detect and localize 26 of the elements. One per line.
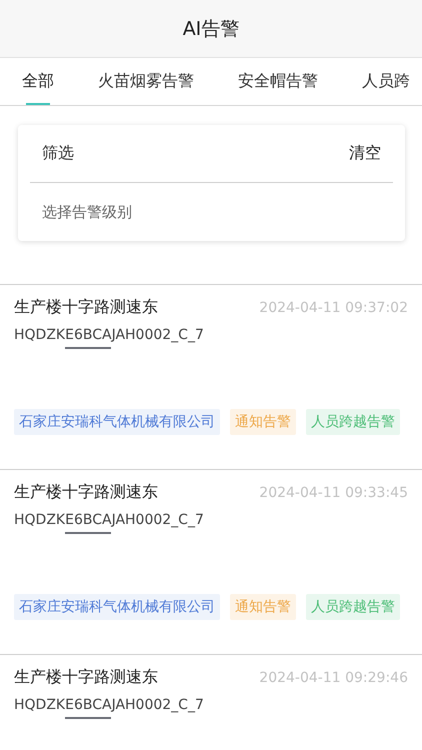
alert-type-tag: 人员跨越告警 bbox=[306, 594, 400, 620]
alert-location: 生产楼十字路测速东 bbox=[14, 667, 158, 688]
company-tag: 石家庄安瑞科气体机械有限公司 bbox=[14, 594, 220, 620]
alert-location: 生产楼十字路测速东 bbox=[14, 297, 158, 318]
alert-type-tag: 人员跨越告警 bbox=[306, 409, 400, 435]
company-tag: 石家庄安瑞科气体机械有限公司 bbox=[14, 409, 220, 435]
page-title: AI告警 bbox=[182, 16, 240, 42]
device-id: HQDZKE6BCAJAH0002_C_7 bbox=[14, 327, 204, 343]
clear-button[interactable]: 清空 bbox=[349, 143, 381, 164]
device-id: HQDZKE6BCAJAH0002_C_7 bbox=[14, 512, 204, 528]
alert-time: 2024-04-11 09:37:02 bbox=[259, 300, 408, 316]
alert-level-tag: 通知告警 bbox=[230, 409, 296, 435]
image-edge bbox=[65, 717, 111, 719]
tab[interactable]: 火苗烟雾告警 bbox=[98, 58, 194, 105]
alert-time: 2024-04-11 09:29:46 bbox=[259, 670, 408, 686]
alert-level-tag: 通知告警 bbox=[230, 594, 296, 620]
alert-time: 2024-04-11 09:33:45 bbox=[259, 484, 408, 500]
alert-level-field[interactable]: 选择告警级别 bbox=[30, 183, 393, 241]
filter-label: 筛选 bbox=[42, 143, 74, 164]
tab[interactable]: 全部 bbox=[22, 58, 54, 105]
device-id: HQDZKE6BCAJAH0002_C_7 bbox=[14, 697, 204, 713]
alert-location: 生产楼十字路测速东 bbox=[14, 482, 158, 503]
image-edge bbox=[65, 532, 111, 534]
tab[interactable]: 安全帽告警 bbox=[238, 58, 318, 105]
tab[interactable]: 人员跨 bbox=[362, 58, 410, 105]
image-edge bbox=[65, 347, 111, 349]
